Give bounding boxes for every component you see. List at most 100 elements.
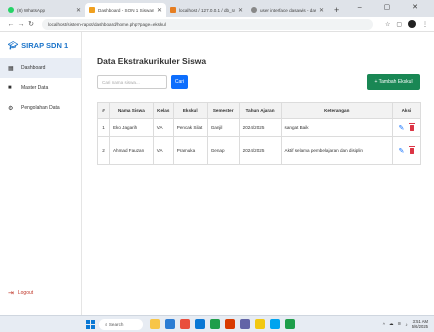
menu-icon[interactable]: ⋮ [422,21,428,28]
edit-icon[interactable]: ✎ [399,147,405,155]
sidebar-item-label: Master Data [21,85,49,91]
close-icon[interactable]: ✕ [157,7,162,14]
clock[interactable]: 3:51 AM 5/6/2025 [412,319,428,329]
class: VA [152,136,174,165]
chevron-up-icon[interactable]: ^ [383,322,385,327]
actions-cell: ✎ [391,118,422,137]
phpmyadmin-icon [170,7,176,13]
profile-avatar[interactable] [408,20,416,28]
taskbar-app-icon[interactable] [165,319,175,329]
ekskul-table: # Nama Siswa Kelas Ekskul Semester Tahun… [97,102,422,165]
date: 5/6/2025 [411,324,428,329]
column-header: Kelas [152,102,174,119]
academic-year: 2024/2025 [238,136,282,165]
sliders-icon: ⚙ [8,105,14,112]
site-icon [89,7,95,13]
sidebar-item-dashboard[interactable]: ▦ Dashboard [0,58,81,78]
search-button[interactable]: Cari [171,75,188,89]
main-content: Data Ekstrakurikuler Siswa Cari + Tambah… [83,32,434,315]
address-bar: ← → ↻ localhost/sistem-rapot/dashboard/h… [0,17,434,32]
new-tab-button[interactable]: + [328,3,345,17]
semester: Genap [206,136,240,165]
back-icon[interactable]: ← [6,21,16,28]
sidebar-item-label: Dashboard [21,65,46,71]
windows-start-icon[interactable] [86,320,95,329]
academic-year: 2024/2025 [238,118,282,137]
tab-title: user interface dasawis - dasa st [260,7,316,13]
sidebar: 🎓︎ SIRAP SDN 1 ▦ Dashboard ■ Master Data… [0,32,82,315]
tab-title: localhost / 127.0.0.1 / db_rapor [179,7,235,13]
forward-icon[interactable]: → [16,21,26,28]
taskbar-app-icon[interactable] [240,319,250,329]
taskbar-app-icon[interactable] [150,319,160,329]
reload-icon[interactable]: ↻ [26,20,36,28]
close-icon[interactable]: ✕ [319,7,324,14]
browser-tab-phpmyadmin[interactable]: localhost / 127.0.0.1 / db_rapor ✕ [166,3,247,17]
browser-tab-strip: (8) WhatsApp ✕ Dashboard - SON 1 Siswan … [0,0,434,17]
os-taskbar: ⌕ Search ^ ☁ ≋ ♪ 3:51 AM 5/6/2025 [0,315,434,332]
table-row: 1 Eko Jagarih VA Pencak Silat Ganjil 202… [97,118,422,137]
taskbar-search[interactable]: ⌕ Search [99,319,143,330]
close-icon[interactable]: ✕ [76,7,81,14]
column-header: Keterangan [280,102,393,119]
tab-title: (8) WhatsApp [17,7,46,13]
column-header: Nama Siswa [108,102,154,119]
semester: Ganjil [206,118,240,137]
description: sangat Baik [280,118,393,137]
taskbar-apps [150,319,295,329]
close-icon[interactable]: ✕ [238,7,243,14]
search-icon [251,7,257,13]
graduation-cap-icon: 🎓︎ [8,40,19,50]
sidebar-item-pengolahan-data[interactable]: ⚙ Pengolahan Data [0,98,81,118]
brand-title: SIRAP SDN 1 [21,40,69,50]
add-ekskul-button[interactable]: + Tambah Ekskul [367,74,420,90]
tab-title: Dashboard - SON 1 Siswan [98,7,154,13]
student-name: Ahmad Fauzan [108,136,154,165]
table-row: 2 Ahmad Fauzan VA Pramuka Genap 2024/202… [97,136,422,165]
taskbar-app-icon[interactable] [195,319,205,329]
row-number: 2 [97,136,110,165]
taskbar-app-icon[interactable] [285,319,295,329]
extensions-icon[interactable]: ▢ [396,21,402,28]
class: VA [152,118,174,137]
ekskul: Pramuka [172,136,208,165]
edit-icon[interactable]: ✎ [399,124,405,132]
star-icon[interactable]: ☆ [385,21,390,28]
table-header-row: # Nama Siswa Kelas Ekskul Semester Tahun… [97,102,422,119]
browser-tab-dashboard[interactable]: Dashboard - SON 1 Siswan ✕ [85,3,166,17]
logout-link[interactable]: ⇥ Logout [8,289,33,297]
taskbar-app-icon[interactable] [270,319,280,329]
column-header: Aksi [391,102,422,119]
system-tray: ^ ☁ ≋ ♪ 3:51 AM 5/6/2025 [383,319,428,329]
browser-tab-search[interactable]: user interface dasawis - dasa st ✕ [247,3,328,17]
logout-icon: ⇥ [8,290,14,297]
delete-icon[interactable] [409,123,416,131]
taskbar-app-icon[interactable] [210,319,220,329]
cloud-icon[interactable]: ☁ [389,321,394,327]
page-title: Data Ekstrakurikuler Siswa [97,56,207,66]
wifi-icon[interactable]: ≋ [398,321,402,327]
whatsapp-icon [8,7,14,13]
column-header: Tahun Ajaran [238,102,282,119]
delete-icon[interactable] [409,146,416,154]
search-input[interactable] [97,75,167,89]
column-header: Ekskul [172,102,208,119]
column-header: # [97,102,110,119]
taskbar-app-icon[interactable] [225,319,235,329]
actions-cell: ✎ [391,136,422,165]
folder-icon: ■ [8,85,12,91]
description: Aktif selama pembelajaran dan disiplin [280,136,393,165]
window-controls[interactable]: – ▢ ✕ [358,3,428,11]
row-number: 1 [97,118,110,137]
sidebar-item-master-data[interactable]: ■ Master Data [0,78,81,98]
logout-label: Logout [17,290,34,296]
dashboard-icon: ▦ [8,65,14,72]
volume-icon[interactable]: ♪ [405,322,407,327]
taskbar-app-icon[interactable] [255,319,265,329]
url-field[interactable]: localhost/sistem-rapot/dashboard/home.ph… [42,18,373,30]
student-name: Eko Jagarih [108,118,154,137]
taskbar-search-label: Search [108,322,124,327]
browser-tab-whatsapp[interactable]: (8) WhatsApp ✕ [4,3,85,17]
brand[interactable]: 🎓︎ SIRAP SDN 1 [0,32,81,58]
taskbar-app-icon[interactable] [180,319,190,329]
